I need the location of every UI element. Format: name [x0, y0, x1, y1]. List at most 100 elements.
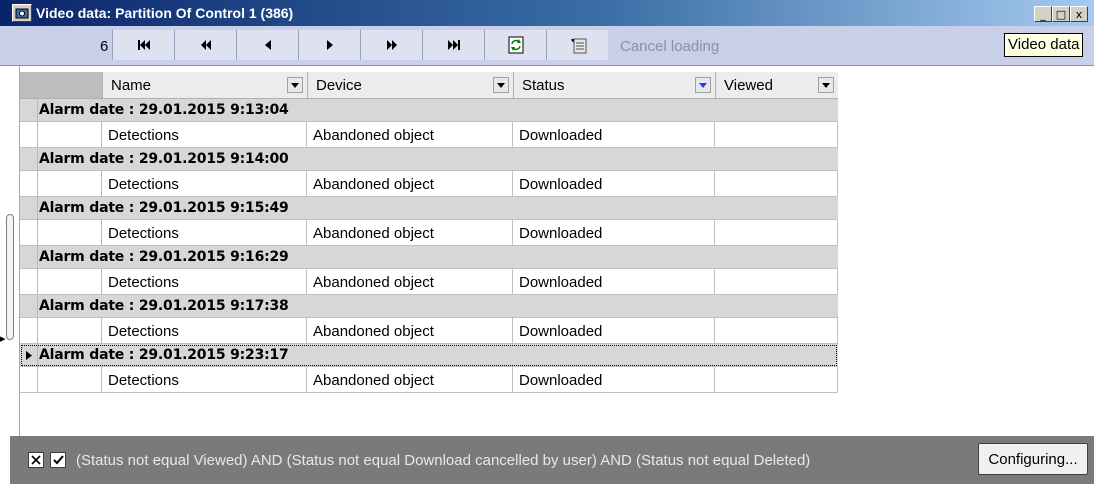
configuring-button[interactable]: Configuring...: [978, 443, 1088, 475]
group-label: Alarm date : 29.01.2015 9:17:38: [39, 298, 289, 314]
cell-viewed: [715, 171, 838, 197]
group-label: Alarm date : 29.01.2015 9:16:29: [39, 249, 289, 265]
row-indicator[interactable]: [20, 318, 38, 343]
group-row[interactable]: Alarm date : 29.01.2015 9:14:00: [20, 147, 838, 171]
row-indent: [38, 367, 102, 392]
cell-viewed: [715, 122, 838, 148]
first-record-button[interactable]: [112, 30, 174, 60]
table-row[interactable]: Detections Abandoned object Downloaded: [20, 318, 838, 344]
cell-status: Downloaded: [513, 171, 715, 197]
splitter-handle[interactable]: [6, 214, 14, 340]
filter-expression: (Status not equal Viewed) AND (Status no…: [76, 451, 811, 469]
close-icon: [31, 455, 41, 465]
column-header-label: Name: [111, 77, 152, 94]
maximize-button[interactable]: □: [1052, 6, 1070, 22]
chevron-down-icon[interactable]: [493, 77, 509, 93]
select-all-cell[interactable]: [20, 72, 102, 98]
last-record-button[interactable]: [422, 30, 484, 60]
minimize-button[interactable]: _: [1034, 6, 1052, 22]
column-header-label: Status: [522, 77, 565, 94]
cell-name: Detections: [102, 171, 307, 197]
close-button[interactable]: x: [1070, 6, 1088, 22]
current-row-icon: [25, 350, 32, 360]
cell-viewed: [715, 367, 838, 393]
filter-bar: (Status not equal Viewed) AND (Status no…: [10, 436, 1094, 484]
cell-device: Abandoned object: [307, 367, 513, 393]
row-indicator[interactable]: [20, 367, 38, 392]
columns-button[interactable]: [573, 38, 587, 58]
row-indent: [38, 269, 102, 294]
row-indicator[interactable]: [20, 220, 38, 245]
row-indent: [38, 318, 102, 343]
row-indicator[interactable]: [20, 294, 38, 318]
fast-forward-button[interactable]: [360, 30, 422, 60]
group-row-selected[interactable]: Alarm date : 29.01.2015 9:23:17: [20, 343, 838, 367]
row-indicator[interactable]: [20, 147, 38, 171]
row-indicator[interactable]: [20, 196, 38, 220]
skip-to-last-icon: [447, 40, 460, 50]
refresh-icon: [508, 36, 523, 54]
column-header-status[interactable]: Status: [513, 72, 715, 99]
row-indicator[interactable]: [20, 245, 38, 269]
step-forward-icon: [326, 40, 333, 50]
title-bar[interactable]: Video data: Partition Of Control 1 (386)…: [0, 0, 1094, 26]
table-row[interactable]: Detections Abandoned object Downloaded: [20, 122, 838, 148]
row-indicator[interactable]: [20, 171, 38, 196]
column-header-label: Device: [316, 77, 362, 94]
chevron-right-icon[interactable]: ▸: [0, 332, 6, 345]
left-panel-strip: ▸: [0, 66, 20, 436]
row-indicator[interactable]: [20, 98, 38, 122]
group-label: Alarm date : 29.01.2015 9:23:17: [39, 347, 289, 363]
chevron-down-icon[interactable]: [287, 77, 303, 93]
group-row[interactable]: Alarm date : 29.01.2015 9:15:49: [20, 196, 838, 220]
cell-status: Downloaded: [513, 269, 715, 295]
cell-status: Downloaded: [513, 220, 715, 246]
group-row[interactable]: Alarm date : 29.01.2015 9:13:04: [20, 98, 838, 122]
video-data-grid: Name Device Status Viewed Alarm date : 2…: [20, 72, 838, 393]
cell-name: Detections: [102, 122, 307, 148]
step-back-icon: [264, 40, 271, 50]
window-title: Video data: Partition Of Control 1 (386): [36, 5, 294, 21]
row-indicator[interactable]: [20, 343, 38, 367]
cell-viewed: [715, 220, 838, 246]
table-row[interactable]: Detections Abandoned object Downloaded: [20, 269, 838, 295]
fast-rewind-icon: [200, 40, 211, 50]
table-row[interactable]: Detections Abandoned object Downloaded: [20, 220, 838, 246]
column-header-device[interactable]: Device: [307, 72, 513, 99]
checkmark-icon: [52, 455, 64, 465]
fast-forward-icon: [386, 40, 397, 50]
chevron-down-icon[interactable]: [818, 77, 834, 93]
cell-name: Detections: [102, 220, 307, 246]
refresh-button[interactable]: [484, 30, 546, 60]
skip-to-first-icon: [137, 40, 150, 50]
cell-device: Abandoned object: [307, 220, 513, 246]
column-header-viewed[interactable]: Viewed: [715, 72, 838, 99]
group-row[interactable]: Alarm date : 29.01.2015 9:17:38: [20, 294, 838, 318]
row-indent: [38, 122, 102, 147]
row-indicator[interactable]: [20, 122, 38, 147]
grid-area: ▸ Name Device Status Viewed Alarm date :…: [0, 66, 1094, 436]
table-row[interactable]: Detections Abandoned object Downloaded: [20, 171, 838, 197]
group-row[interactable]: Alarm date : 29.01.2015 9:16:29: [20, 245, 838, 269]
group-label: Alarm date : 29.01.2015 9:14:00: [39, 151, 289, 167]
cell-viewed: [715, 269, 838, 295]
column-header-name[interactable]: Name: [102, 72, 307, 99]
cancel-loading-button[interactable]: Cancel loading: [620, 38, 719, 55]
cell-device: Abandoned object: [307, 171, 513, 197]
prev-record-button[interactable]: [236, 30, 298, 60]
clear-filter-checkbox[interactable]: [28, 452, 44, 468]
chevron-down-icon[interactable]: [695, 77, 711, 93]
cell-viewed: [715, 318, 838, 344]
table-row[interactable]: Detections Abandoned object Downloaded: [20, 367, 838, 393]
grid-header: Name Device Status Viewed: [20, 72, 838, 99]
row-indent: [38, 220, 102, 245]
group-label: Alarm date : 29.01.2015 9:13:04: [39, 102, 289, 118]
fast-back-button[interactable]: [174, 30, 236, 60]
column-header-label: Viewed: [724, 77, 773, 94]
cell-status: Downloaded: [513, 367, 715, 393]
cell-name: Detections: [102, 367, 307, 393]
row-indicator[interactable]: [20, 269, 38, 294]
group-label: Alarm date : 29.01.2015 9:15:49: [39, 200, 289, 216]
next-record-button[interactable]: [298, 30, 360, 60]
enable-filter-checkbox[interactable]: [50, 452, 66, 468]
